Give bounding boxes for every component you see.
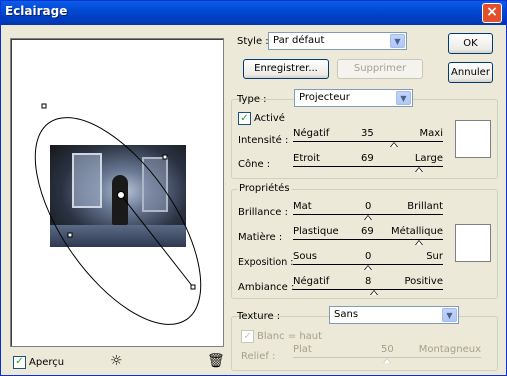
ok-button[interactable]: OK bbox=[448, 33, 493, 54]
chevron-down-icon: ▼ bbox=[396, 91, 411, 105]
slider-thumb[interactable] bbox=[370, 290, 378, 295]
white-high-toggle[interactable]: ✓ Blanc = haut bbox=[241, 330, 322, 343]
chevron-down-icon: ▼ bbox=[442, 308, 457, 322]
close-button[interactable]: × bbox=[482, 3, 502, 23]
relief-slider[interactable]: Plat 50 Montagneux bbox=[293, 344, 481, 364]
ellipse-handle[interactable] bbox=[162, 154, 168, 160]
light-center-handle[interactable] bbox=[117, 191, 125, 199]
light-ellipse-overlay[interactable] bbox=[11, 39, 225, 348]
exposure-label: Exposition : bbox=[238, 257, 294, 268]
ellipse-handle[interactable] bbox=[190, 284, 196, 290]
ellipse-handle[interactable] bbox=[67, 232, 73, 238]
lighting-dialog: Eclairage × ✓ Aperçu ☼ 🗑 Style : Par déf… bbox=[0, 0, 507, 376]
active-toggle[interactable]: ✓ Activé bbox=[238, 112, 285, 125]
white-high-checkbox[interactable]: ✓ bbox=[241, 330, 254, 343]
preview-toggle[interactable]: ✓ Aperçu bbox=[13, 355, 64, 369]
ambience-label: Ambiance : bbox=[238, 282, 295, 293]
gloss-label: Brillance : bbox=[238, 207, 288, 218]
slider-thumb[interactable] bbox=[364, 215, 372, 220]
intensity-label: Intensité : bbox=[238, 135, 289, 146]
delete-button[interactable]: Supprimer bbox=[337, 59, 423, 79]
relief-label: Relief : bbox=[241, 351, 276, 362]
style-label: Style : bbox=[237, 36, 269, 47]
type-select[interactable]: Projecteur ▼ bbox=[294, 89, 413, 107]
chevron-down-icon: ▼ bbox=[390, 34, 405, 48]
style-select[interactable]: Par défaut ▼ bbox=[268, 32, 407, 50]
intensity-slider[interactable]: Négatif 35 Maxi bbox=[293, 128, 443, 148]
slider-thumb[interactable] bbox=[364, 265, 372, 270]
title-bar[interactable]: Eclairage × bbox=[1, 1, 506, 25]
window-title: Eclairage bbox=[5, 4, 68, 18]
texture-label: Texture : bbox=[237, 311, 281, 322]
cone-slider[interactable]: Etroit 69 Large bbox=[293, 153, 443, 173]
material-slider[interactable]: Plastique 69 Métallique bbox=[293, 226, 443, 246]
cancel-button[interactable]: Annuler bbox=[448, 62, 493, 83]
preview-label: Aperçu bbox=[29, 356, 65, 368]
trash-icon[interactable]: 🗑 bbox=[207, 353, 225, 369]
ambient-color-swatch[interactable] bbox=[455, 224, 491, 262]
preview-checkbox[interactable]: ✓ bbox=[13, 355, 26, 369]
slider-thumb[interactable] bbox=[415, 240, 423, 245]
active-checkbox[interactable]: ✓ bbox=[238, 112, 251, 125]
cone-label: Cône : bbox=[238, 159, 271, 170]
light-color-swatch[interactable] bbox=[455, 120, 491, 158]
material-label: Matière : bbox=[238, 232, 283, 243]
slider-thumb[interactable] bbox=[383, 358, 391, 363]
light-bulb-icon[interactable]: ☼ bbox=[110, 353, 123, 369]
exposure-slider[interactable]: Sous 0 Sur bbox=[293, 251, 443, 271]
ellipse-handle[interactable] bbox=[41, 103, 47, 109]
texture-select[interactable]: Sans ▼ bbox=[329, 306, 459, 324]
slider-thumb[interactable] bbox=[415, 167, 423, 172]
properties-title: Propriétés bbox=[237, 183, 292, 194]
white-high-label: Blanc = haut bbox=[257, 331, 323, 342]
save-button[interactable]: Enregistrer... bbox=[243, 59, 329, 79]
type-label: Type : bbox=[237, 94, 267, 105]
preview-area[interactable] bbox=[10, 38, 224, 347]
ambience-slider[interactable]: Négatif 8 Positive bbox=[293, 276, 443, 296]
gloss-slider[interactable]: Mat 0 Brillant bbox=[293, 201, 443, 221]
slider-thumb[interactable] bbox=[389, 142, 398, 147]
active-label: Activé bbox=[254, 113, 285, 124]
